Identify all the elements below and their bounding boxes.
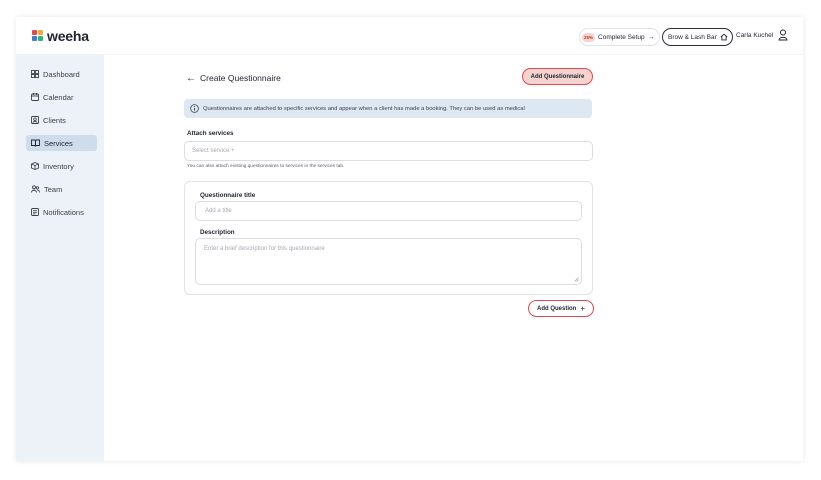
setup-label: Complete Setup: [598, 33, 645, 41]
sidebar: Dashboard Calendar Clients Services Inve…: [16, 54, 104, 461]
setup-progress-badge: 25%: [582, 32, 596, 42]
clients-icon: [31, 116, 39, 124]
add-question-label: Add Question: [536, 305, 577, 312]
sidebar-item-label: Calendar: [43, 92, 74, 102]
sidebar-item-dashboard[interactable]: Dashboard: [26, 66, 97, 82]
back-arrow-icon[interactable]: ←: [186, 73, 196, 84]
attach-hint-text: You can also attach existing questionnai…: [187, 164, 345, 169]
info-banner: Questionnaires are attached to specific …: [184, 99, 592, 118]
add-question-button[interactable]: Add Question +: [528, 300, 594, 317]
sidebar-item-calendar[interactable]: Calendar: [26, 89, 97, 105]
brand-name: weeha: [47, 28, 89, 44]
questionnaire-title-label: Questionnaire title: [200, 192, 256, 199]
title-placeholder: Add a title: [205, 208, 232, 214]
brand-logo[interactable]: weeha: [32, 28, 89, 44]
select-service-placeholder: Select service +: [192, 148, 235, 154]
sidebar-item-inventory[interactable]: Inventory: [26, 158, 97, 174]
sidebar-item-services[interactable]: Services: [26, 135, 97, 151]
grid-icon: [31, 70, 39, 78]
sidebar-item-notifications[interactable]: Notifications: [26, 204, 97, 220]
page-title: Create Questionnaire: [200, 73, 281, 83]
sidebar-item-label: Services: [44, 138, 73, 148]
info-icon: [190, 104, 199, 113]
resize-handle-icon[interactable]: [574, 277, 579, 282]
team-icon: [31, 185, 40, 193]
description-textarea[interactable]: Enter a brief description for this quest…: [195, 238, 582, 285]
arrow-right-icon: →: [647, 33, 655, 41]
description-placeholder: Enter a brief description for this quest…: [204, 246, 325, 252]
book-icon: [31, 139, 40, 147]
sidebar-item-team[interactable]: Team: [26, 181, 97, 197]
inventory-icon: [31, 162, 39, 170]
business-name: Brow & Lash Bar: [668, 33, 717, 41]
select-service-dropdown[interactable]: Select service +: [184, 141, 593, 161]
business-switcher[interactable]: Brow & Lash Bar: [662, 28, 733, 46]
sidebar-item-label: Notifications: [43, 207, 84, 217]
top-header: weeha 25% Complete Setup → Brow & Lash B…: [16, 17, 803, 55]
app-window: weeha 25% Complete Setup → Brow & Lash B…: [16, 17, 803, 461]
logo-mark-icon: [32, 30, 44, 42]
info-text: Questionnaires are attached to specific …: [203, 105, 525, 112]
plus-icon: +: [580, 304, 585, 313]
sidebar-item-label: Team: [44, 184, 63, 194]
questionnaire-title-input[interactable]: Add a title: [195, 201, 582, 221]
calendar-icon: [31, 93, 39, 101]
notifications-icon: [31, 208, 39, 216]
sidebar-item-label: Inventory: [43, 161, 74, 171]
sidebar-item-clients[interactable]: Clients: [26, 112, 97, 128]
description-label: Description: [200, 229, 235, 236]
add-questionnaire-button[interactable]: Add Questionnaire: [522, 68, 593, 85]
home-icon: [720, 33, 728, 41]
complete-setup-button[interactable]: 25% Complete Setup →: [579, 28, 660, 46]
sidebar-item-label: Clients: [43, 115, 66, 125]
attach-services-label: Attach services: [187, 130, 234, 137]
sidebar-item-label: Dashboard: [43, 69, 80, 79]
user-name[interactable]: Carla Kuchel: [736, 32, 773, 39]
user-icon[interactable]: [778, 29, 788, 41]
